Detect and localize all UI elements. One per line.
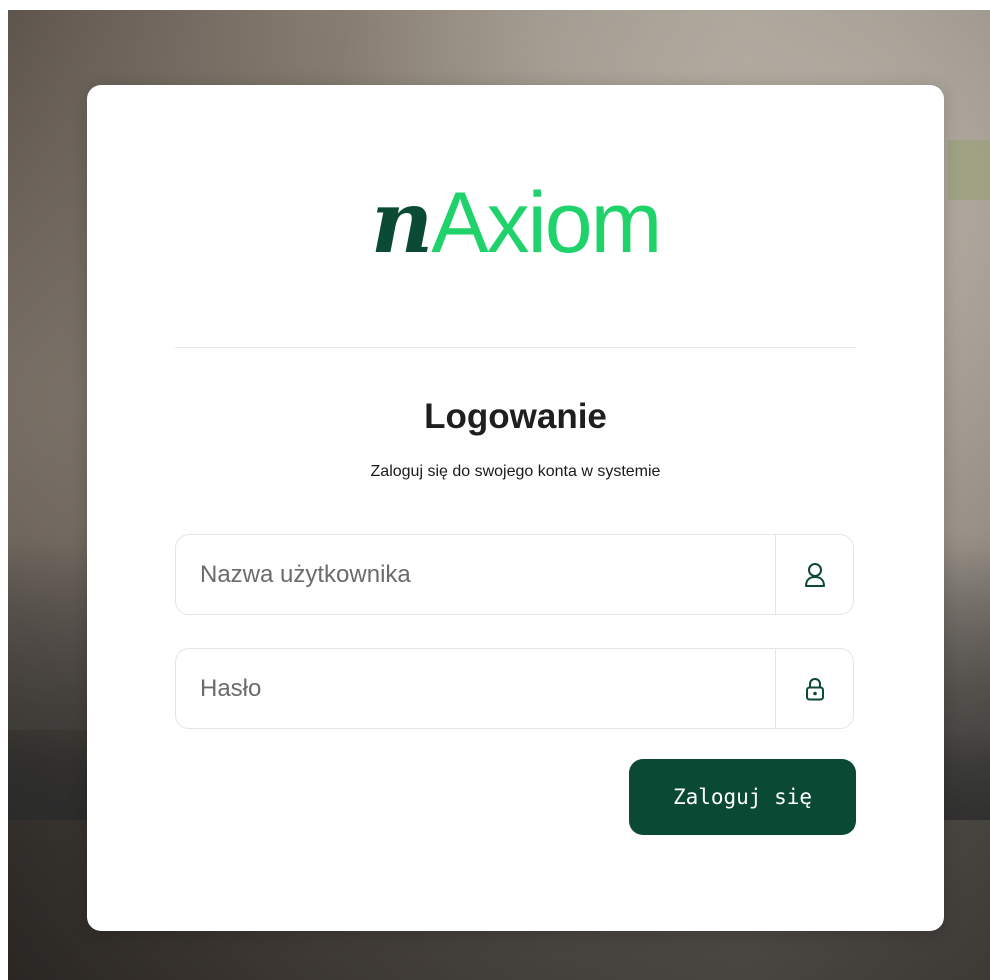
naxiom-logo: nAxiom [87,173,944,273]
login-button[interactable]: Zaloguj się [629,759,856,835]
login-card: nAxiom Logowanie Zaloguj się do swojego … [87,85,944,931]
divider [175,347,856,348]
user-icon [804,562,825,587]
username-icon-box [775,535,853,614]
logo-wordmark: Axiom [431,175,662,271]
password-input[interactable] [176,649,776,728]
password-field [175,648,854,729]
background-accent [948,140,990,200]
password-icon-box [775,649,853,728]
logo-prefix: n [370,172,434,273]
username-field [175,534,854,615]
page-title: Logowanie [424,397,607,436]
username-input[interactable] [176,535,776,614]
page-subtitle: Zaloguj się do swojego konta w systemie [370,463,661,480]
lock-icon [805,677,824,700]
